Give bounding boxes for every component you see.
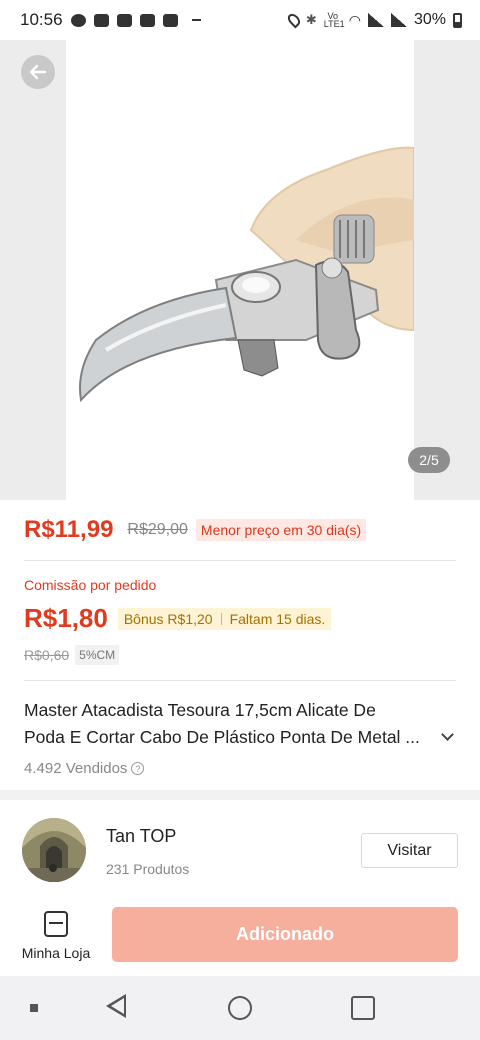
youtube-notification-icon (139, 13, 155, 27)
commission-row: R$1,80 Bônus R$1,20 Faltam 15 dias. (24, 603, 332, 634)
bonus-tag: Bônus R$1,20 Faltam 15 dias. (117, 607, 332, 630)
notification-icons (70, 13, 201, 27)
volte-icon: Vo LTE1 (323, 11, 345, 29)
more-notifications-icon (191, 19, 201, 21)
app-notification-icon-3 (162, 13, 178, 27)
sold-count: 4.492 Vendidos (24, 760, 128, 777)
nav-back-icon[interactable] (106, 994, 126, 1018)
bonus-amount: Bônus R$1,20 (123, 610, 213, 627)
info-icon[interactable]: ? (131, 762, 145, 775)
wifi-icon: ◠ (348, 11, 361, 28)
commission-value: R$1,80 (24, 603, 108, 633)
old-commission: R$0,60 (24, 647, 70, 663)
lowest-price-badge: Menor preço em 30 dia(s) (195, 519, 367, 541)
store-icon (44, 911, 68, 937)
product-title-line-1: Master Atacadista Tesoura 17,5cm Alicate… (24, 700, 376, 720)
battery-icon (453, 12, 462, 28)
current-price: R$11,99 (24, 516, 114, 543)
app-notification-icon-2 (116, 13, 132, 27)
price-row: R$11,99 R$29,00 Menor preço em 30 dia(s) (24, 516, 367, 544)
app-notification-icon (93, 13, 109, 27)
battery-percent: 30% (413, 11, 446, 28)
shop-avatar-image (22, 818, 86, 882)
gallery-page-indicator: 2/5 (408, 447, 450, 473)
nav-recents-icon[interactable] (351, 996, 375, 1020)
arrow-left-icon (29, 64, 47, 80)
bonus-separator (220, 612, 222, 625)
divider-2 (24, 680, 456, 681)
product-gallery[interactable]: 2/5 (0, 40, 480, 500)
added-button[interactable]: Adicionado (112, 907, 458, 962)
back-button[interactable] (21, 55, 55, 89)
commission-label: Comissão por pedido (24, 577, 157, 593)
signal-icon (367, 13, 384, 27)
bluetooth-icon: ✱ (305, 12, 317, 27)
my-shop-label: Minha Loja (21, 945, 91, 961)
sold-count-row: 4.492 Vendidos ? (24, 760, 145, 777)
chat-notification-icon (70, 13, 86, 27)
status-bar: 10:56 ✱ Vo LTE1 ◠ 30% (0, 0, 480, 40)
shop-avatar[interactable] (22, 818, 86, 882)
bonus-remaining: Faltam 15 dias. (229, 610, 326, 627)
my-shop-button[interactable]: Minha Loja (14, 906, 98, 968)
commission-rate-tag: 5%CM (75, 645, 120, 665)
location-icon (285, 11, 303, 29)
signal-icon-2 (390, 13, 407, 27)
commission-sub-row: R$0,60 5%CM (24, 645, 120, 665)
nav-home-icon[interactable] (228, 996, 252, 1020)
section-separator (0, 790, 480, 800)
product-photo (66, 40, 415, 500)
shop-name[interactable]: Tan TOP (106, 826, 176, 847)
system-nav-bar (0, 976, 480, 1040)
shop-product-count: 231 Produtos (106, 861, 190, 877)
original-price: R$29,00 (127, 521, 188, 538)
product-title[interactable]: Master Atacadista Tesoura 17,5cm Alicate… (24, 697, 444, 751)
product-title-line-2: Poda E Cortar Cabo De Plástico Ponta De … (24, 727, 420, 747)
visit-shop-button[interactable]: Visitar (361, 833, 458, 868)
pruning-shears-image (79, 146, 415, 403)
divider (24, 560, 456, 561)
nav-dot-icon[interactable] (30, 1004, 38, 1012)
status-time: 10:56 (20, 10, 63, 29)
